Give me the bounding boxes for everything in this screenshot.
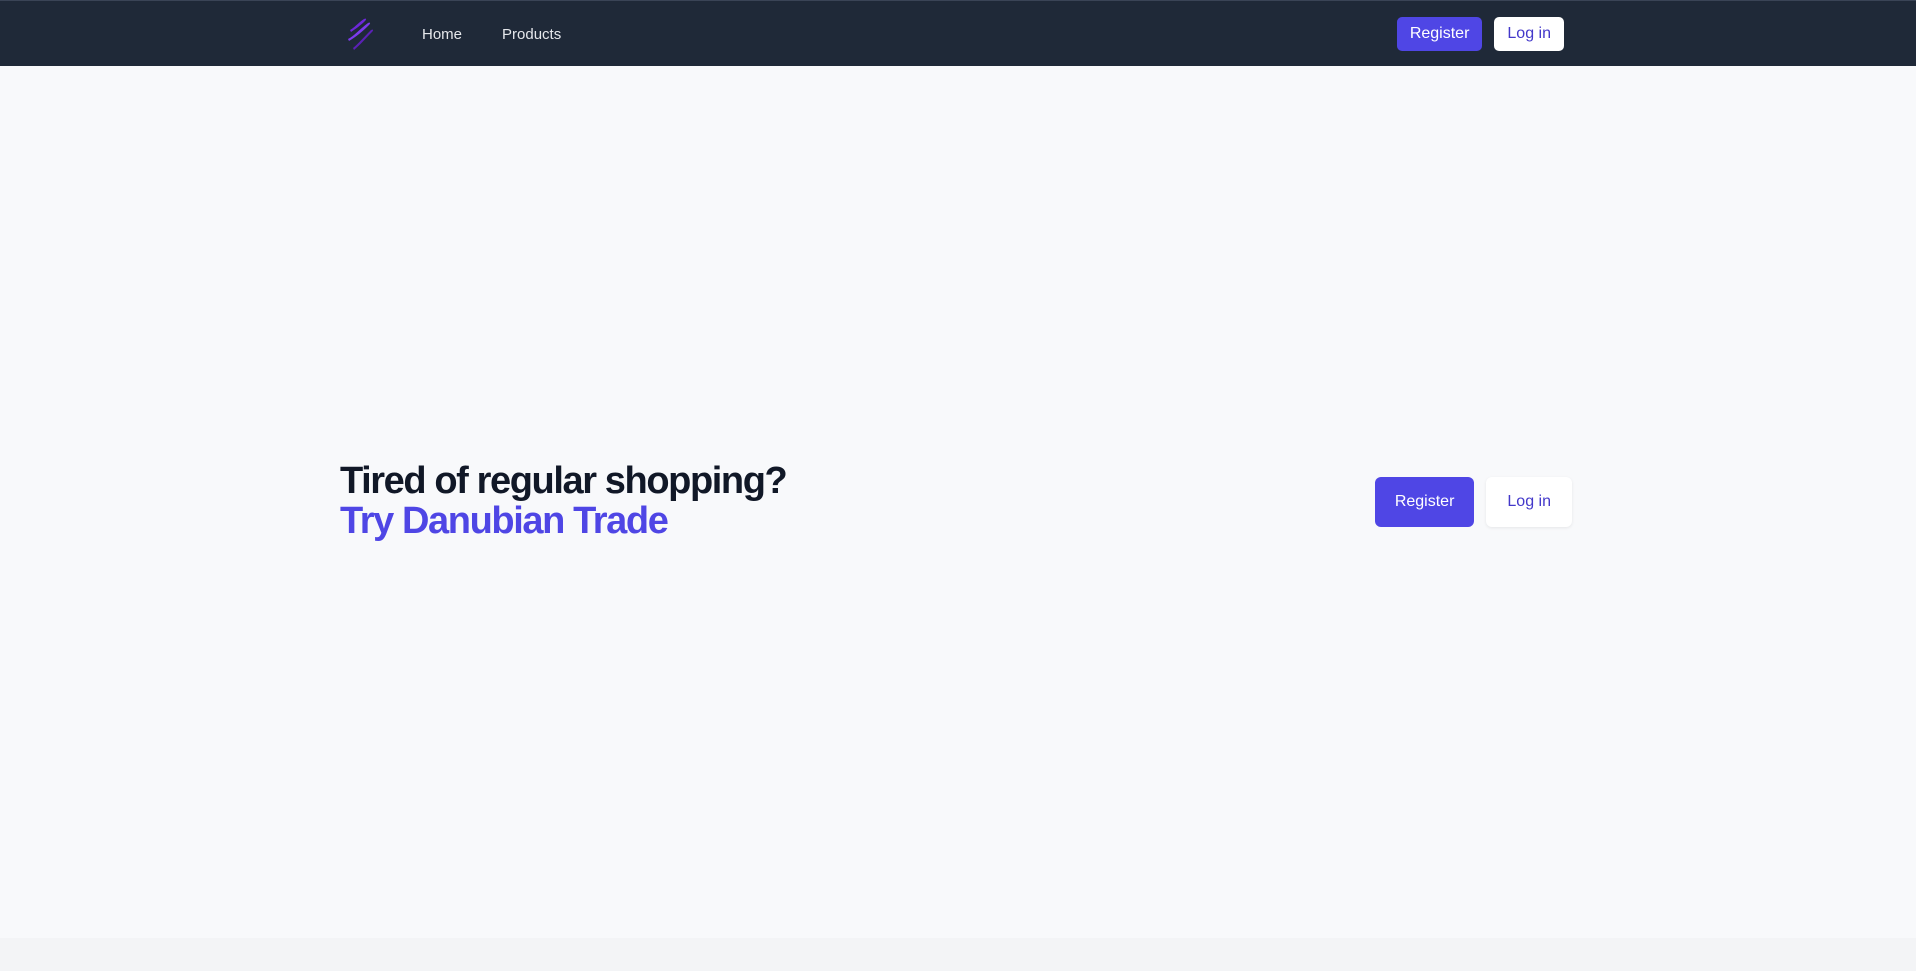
primary-nav: Home Products <box>422 26 561 43</box>
wave-logo-icon <box>348 18 374 50</box>
hero-login-button[interactable]: Log in <box>1486 477 1572 527</box>
nav-link-home[interactable]: Home <box>422 26 462 43</box>
hero-heading-line2: Try Danubian Trade <box>340 500 669 542</box>
top-navbar: Home Products Register Log in <box>0 0 1916 66</box>
browser-viewport: Home Products Register Log in Tired of r… <box>0 0 1916 971</box>
navbar-register-button[interactable]: Register <box>1396 17 1483 51</box>
navbar-container: Home Products Register Log in <box>340 1 1564 67</box>
footer-strip <box>0 938 1916 971</box>
navbar-login-button[interactable]: Log in <box>1494 17 1564 51</box>
hero-heading-line1: Tired of regular shopping? <box>340 460 788 502</box>
logo-icon[interactable] <box>340 14 380 54</box>
hero-register-button[interactable]: Register <box>1374 477 1475 527</box>
hero-section: Tired of regular shopping? Try Danubian … <box>340 456 1572 556</box>
hero-actions: Register Log in <box>1374 477 1572 527</box>
hero-heading: Tired of regular shopping? Try Danubian … <box>340 460 788 542</box>
nav-link-products[interactable]: Products <box>502 26 561 43</box>
